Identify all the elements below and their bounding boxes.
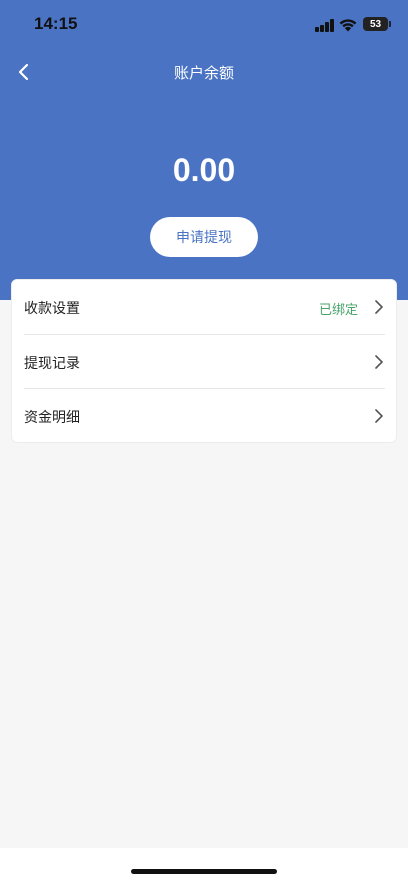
chevron-right-icon: [375, 409, 383, 423]
bottom-safe-area: [0, 848, 408, 883]
account-balance-screen: 14:15 53 账户余额 0.00 申请提现 收款设置 已绑定 提现记录 资金…: [0, 0, 408, 883]
home-indicator[interactable]: [131, 869, 277, 874]
battery-icon: 53: [363, 17, 388, 31]
menu-item-payment-settings[interactable]: 收款设置 已绑定: [12, 280, 396, 334]
wifi-icon: [339, 19, 357, 32]
status-time: 14:15: [34, 14, 78, 33]
chevron-right-icon: [375, 355, 383, 369]
menu-item-fund-details[interactable]: 资金明细: [12, 389, 396, 443]
status-bar: 14:15 53: [0, 0, 408, 52]
menu-item-label: 资金明细: [24, 410, 80, 426]
menu-card: 收款设置 已绑定 提现记录 资金明细: [11, 279, 397, 443]
signal-icon: [315, 19, 335, 32]
page-title: 账户余额: [173, 64, 234, 82]
withdraw-button[interactable]: 申请提现: [150, 217, 258, 257]
bound-status-badge: 已绑定: [318, 303, 358, 318]
menu-item-label: 收款设置: [24, 301, 80, 317]
battery-level: 53: [369, 18, 382, 30]
menu-item-withdrawal-records[interactable]: 提现记录: [12, 335, 396, 389]
menu-item-label: 提现记录: [24, 356, 80, 372]
chevron-right-icon: [375, 300, 383, 314]
battery-tip: [389, 21, 391, 27]
balance-amount: 0.00: [172, 152, 236, 188]
